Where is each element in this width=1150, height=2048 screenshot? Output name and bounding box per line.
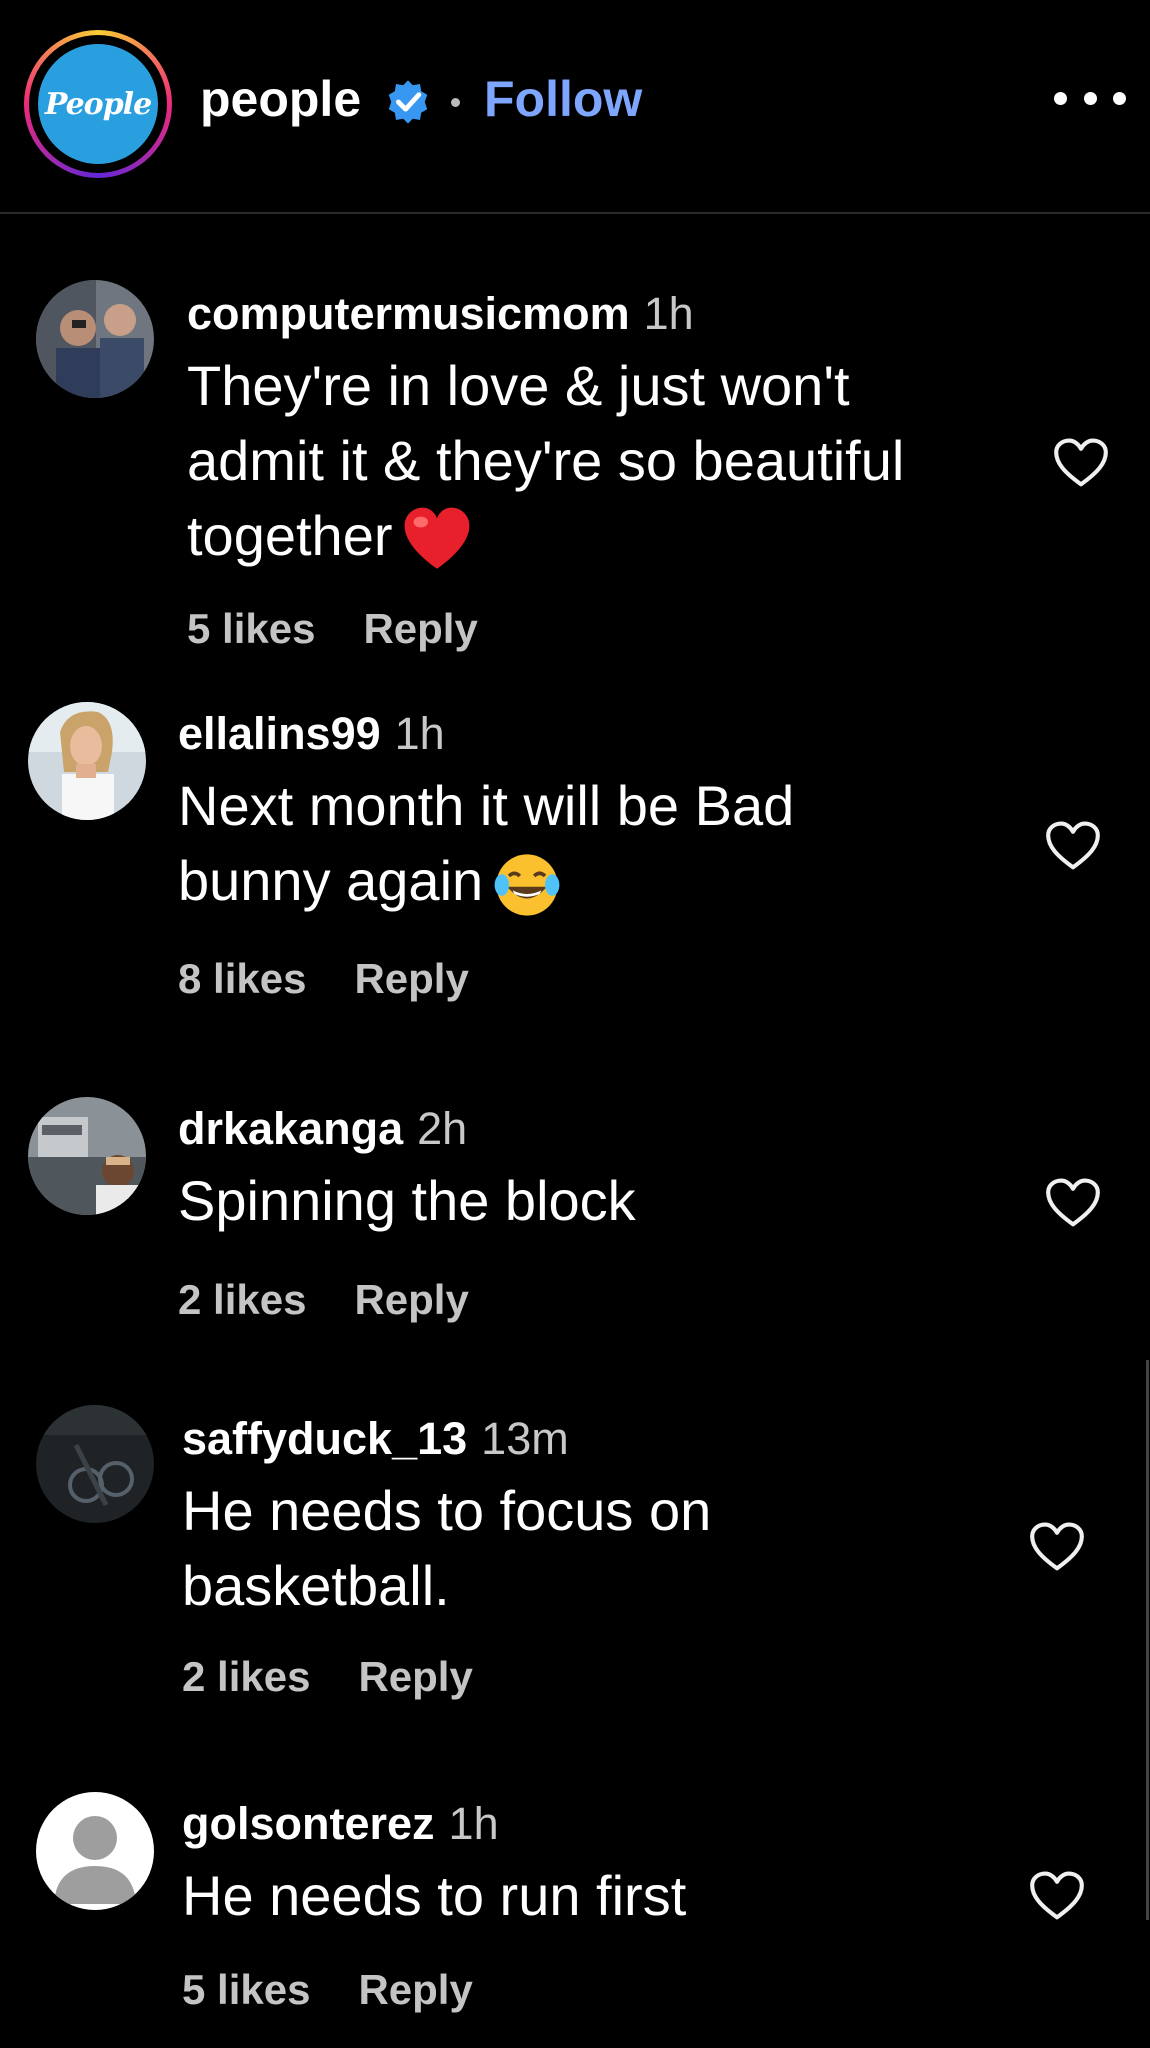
- commenter-avatar[interactable]: [36, 1792, 154, 1910]
- comment-username[interactable]: ellalins99 1h: [178, 708, 445, 760]
- scrollbar[interactable]: [1146, 1360, 1149, 1920]
- likes-count[interactable]: 5 likes: [187, 605, 315, 652]
- verified-badge-icon: [388, 80, 428, 124]
- commenter-avatar[interactable]: [36, 1405, 154, 1523]
- comment-meta: 5 likes Reply: [182, 1966, 473, 2014]
- reply-button[interactable]: Reply: [354, 1276, 468, 1323]
- like-heart-icon[interactable]: [1052, 437, 1110, 489]
- comment-username[interactable]: saffyduck_13 13m: [182, 1413, 569, 1465]
- red-heart-emoji: [404, 507, 469, 570]
- comment-timestamp: 1h: [394, 708, 445, 759]
- comment-text: They're in love & just won't admit it & …: [187, 348, 1007, 576]
- reply-button[interactable]: Reply: [358, 1966, 472, 2013]
- comment-timestamp: 1h: [448, 1798, 499, 1849]
- reply-button[interactable]: Reply: [363, 605, 477, 652]
- like-heart-icon[interactable]: [1028, 1870, 1086, 1922]
- separator-dot: [451, 98, 460, 107]
- comment-timestamp: 13m: [481, 1413, 569, 1464]
- reply-button[interactable]: Reply: [358, 1653, 472, 1700]
- comment-meta: 2 likes Reply: [178, 1276, 469, 1324]
- reply-button[interactable]: Reply: [354, 955, 468, 1002]
- like-heart-icon[interactable]: [1044, 820, 1102, 872]
- commenter-avatar[interactable]: [36, 280, 154, 398]
- likes-count[interactable]: 8 likes: [178, 955, 306, 1002]
- comment-username[interactable]: computermusicmom 1h: [187, 288, 694, 340]
- comment-username[interactable]: golsonterez 1h: [182, 1798, 499, 1850]
- like-heart-icon[interactable]: [1044, 1177, 1102, 1229]
- account-name[interactable]: people: [200, 70, 361, 128]
- likes-count[interactable]: 2 likes: [182, 1653, 310, 1700]
- comment-timestamp: 1h: [643, 288, 694, 339]
- likes-count[interactable]: 2 likes: [178, 1276, 306, 1323]
- likes-count[interactable]: 5 likes: [182, 1966, 310, 2013]
- comment-text: Spinning the block: [178, 1169, 636, 1232]
- follow-button[interactable]: Follow: [484, 70, 642, 128]
- more-options-icon[interactable]: [1054, 92, 1126, 112]
- like-heart-icon[interactable]: [1028, 1521, 1086, 1573]
- comment-meta: 2 likes Reply: [182, 1653, 473, 1701]
- post-header: People people Follow: [0, 0, 1150, 214]
- people-logo: People: [38, 44, 158, 164]
- comment-meta: 5 likes Reply: [187, 605, 478, 653]
- comment-text: He needs to run first: [182, 1864, 687, 1927]
- comment-timestamp: 2h: [417, 1103, 468, 1154]
- commenter-avatar[interactable]: [28, 1097, 146, 1215]
- comment-text: Next month it will be Bad bunny again: [178, 768, 998, 921]
- laughing-tears-emoji: [494, 854, 560, 916]
- commenter-avatar[interactable]: [28, 702, 146, 820]
- comment-text: He needs to focus on basketball.: [182, 1479, 712, 1617]
- comment-username[interactable]: drkakanga 2h: [178, 1103, 467, 1155]
- comment-meta: 8 likes Reply: [178, 955, 469, 1003]
- account-avatar[interactable]: People: [24, 30, 172, 178]
